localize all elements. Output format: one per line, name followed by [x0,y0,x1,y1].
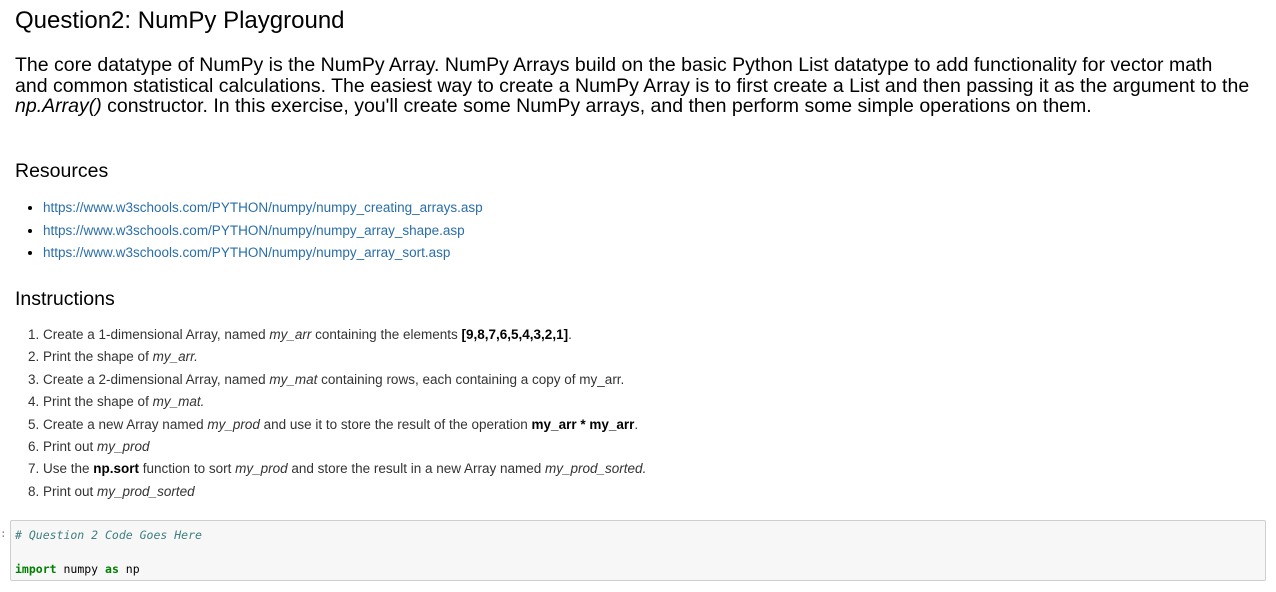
step-var: my_prod_sorted. [545,461,647,477]
resources-heading: Resources [15,160,109,182]
intro-code-ref: np.Array() [15,95,102,117]
keyword-as: as [105,562,119,576]
step-text: Print out [43,439,98,455]
step-text: . [634,416,639,432]
list-item: https://www.w3schools.com/PYTHON/numpy/n… [43,242,483,265]
step-text: . [568,327,572,342]
step-text: and store the result in a new Array name… [287,461,546,477]
step-var: my_prod [207,416,260,432]
notebook: Question2: NumPy Playground The core dat… [0,0,1276,592]
instruction-step-4: Print the shape of my_mat. [43,391,646,413]
intro-text-2: constructor. In this exercise, you'll cr… [101,95,1092,117]
intro-text-1: The core datatype of NumPy is the NumPy … [15,54,1250,97]
step-text: Create a 1-dimensional Array, named [43,327,270,342]
step-text: Print out [43,483,98,499]
instruction-step-5: Create a new Array named my_prod and use… [43,414,646,436]
step-text: Print the shape of [43,394,153,410]
list-item: https://www.w3schools.com/PYTHON/numpy/n… [43,197,483,220]
resource-link-array-sort[interactable]: https://www.w3schools.com/PYTHON/numpy/n… [43,245,450,260]
code-cell-editor[interactable]: # Question 2 Code Goes Here import numpy… [10,520,1266,581]
step-text: containing the elements [311,327,462,342]
keyword-import: import [15,562,57,576]
step-text: Create a 2-dimensional Array, named [43,371,270,387]
step-text: and use it to store the result of the op… [259,416,532,432]
step-var: my_prod [235,461,288,477]
code-line-import: import numpy as np [15,562,140,576]
instruction-step-3: Create a 2-dimensional Array, named my_m… [43,369,646,391]
step-array-literal: [9,8,7,6,5,4,3,2,1] [461,327,569,342]
step-text: containing rows, each containing a copy … [317,371,625,387]
question-title: Question2: NumPy Playground [15,7,345,34]
list-item: https://www.w3schools.com/PYTHON/numpy/n… [43,220,483,243]
intro-paragraph: The core datatype of NumPy is the NumPy … [15,55,1250,117]
instruction-step-2: Print the shape of my_arr. [43,346,646,368]
instructions-heading: Instructions [15,288,115,310]
instruction-step-1: Create a 1-dimensional Array, named my_a… [43,324,646,346]
instruction-step-7: Use the np.sort function to sort my_prod… [43,458,646,480]
resource-link-creating-arrays[interactable]: https://www.w3schools.com/PYTHON/numpy/n… [43,200,483,215]
instruction-step-8: Print out my_prod_sorted [43,481,646,503]
code-comment: # Question 2 Code Goes Here [15,528,202,542]
step-function: np.sort [93,461,140,477]
module-name: numpy [56,562,106,576]
step-text: Create a new Array named [43,416,208,432]
step-var: my_arr [269,327,312,342]
step-var: my_mat [269,371,318,387]
input-prompt: : [0,527,7,540]
step-var: my_mat. [152,394,205,410]
step-text: Use the [43,461,94,477]
instructions-list: Create a 1-dimensional Array, named my_a… [15,324,646,503]
step-var: my_prod [97,439,150,455]
step-operation: my_arr * my_arr [531,416,635,432]
step-text: Print the shape of [43,349,153,365]
instruction-step-6: Print out my_prod [43,436,646,458]
step-text: function to sort [139,461,236,477]
code-line-comment: # Question 2 Code Goes Here [15,528,202,542]
step-var: my_prod_sorted [97,483,195,499]
module-alias: np [118,562,140,576]
step-var: my_arr. [152,349,198,365]
resources-list: https://www.w3schools.com/PYTHON/numpy/n… [15,197,483,265]
resource-link-array-shape[interactable]: https://www.w3schools.com/PYTHON/numpy/n… [43,223,465,238]
